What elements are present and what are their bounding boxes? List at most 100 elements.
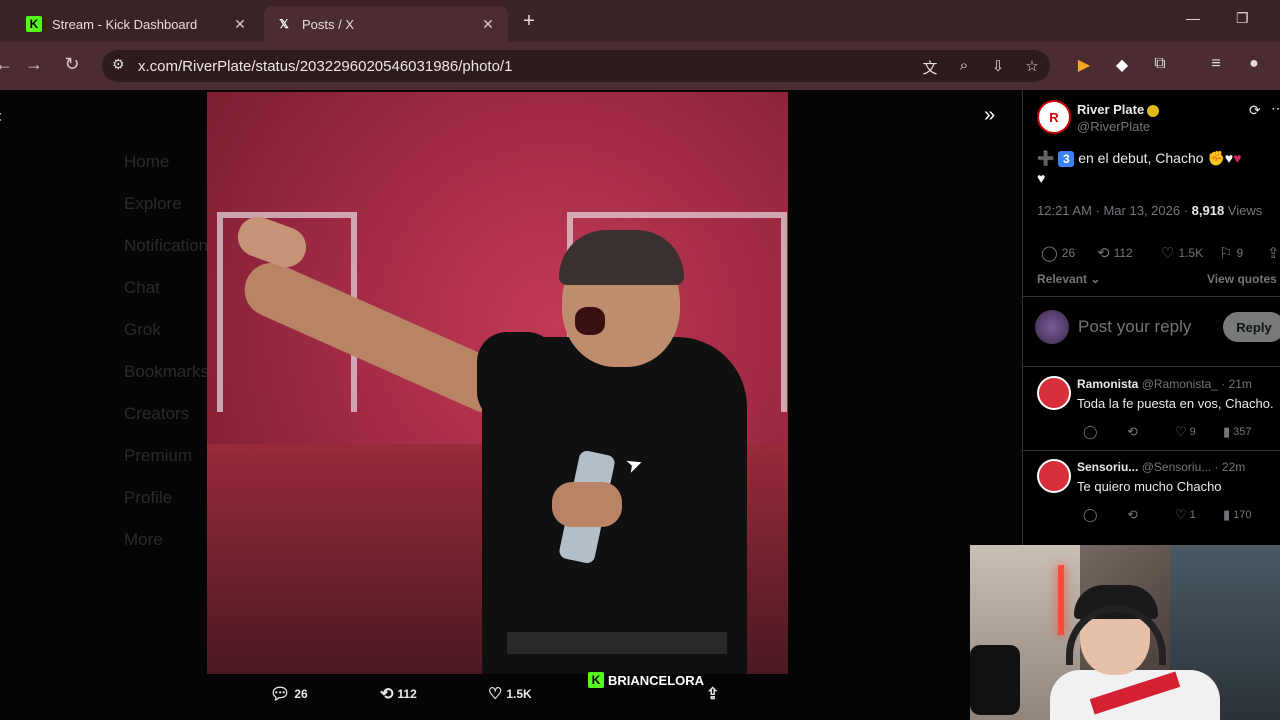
bg-nav-item: More — [124, 530, 163, 549]
reply-count: 26 — [294, 687, 308, 701]
extension-play-icon[interactable]: ▶ — [1074, 55, 1094, 75]
repost-icon[interactable]: ⟲ — [1127, 424, 1141, 440]
kick-icon: K — [26, 16, 42, 32]
extensions-puzzle-icon[interactable]: ⧉ — [1150, 55, 1170, 73]
author-avatar[interactable]: R — [1037, 100, 1071, 134]
reply-input[interactable]: Post your reply — [1078, 317, 1191, 337]
tab-title: Stream - Kick Dashboard — [52, 16, 198, 32]
belt — [507, 632, 727, 654]
current-user-avatar[interactable] — [1035, 310, 1069, 344]
forward-button[interactable]: → — [22, 54, 46, 75]
reply-icon[interactable]: ◯ — [1083, 507, 1101, 523]
bg-nav-item: Notifications — [124, 236, 217, 255]
red-heart-icon: ♥ — [1233, 150, 1242, 166]
close-icon[interactable]: ✕ — [232, 16, 248, 33]
back-button[interactable]: ← — [0, 54, 16, 75]
extension-diamond-icon[interactable]: ◆ — [1112, 55, 1132, 75]
views-stat[interactable]: ▮ 170 — [1223, 507, 1252, 523]
reply-item[interactable]: Ramonista @Ramonista_ · 21m Toda la fe p… — [1023, 368, 1280, 448]
verified-badge-icon — [1147, 104, 1160, 117]
divider — [1023, 296, 1280, 297]
reply-action[interactable]: 💬︎ 26 — [270, 684, 308, 704]
reply-name[interactable]: Sensoriu... — [1077, 460, 1138, 474]
grok-icon[interactable]: ⟳ — [1249, 102, 1261, 119]
bg-nav-item: Home — [124, 152, 170, 171]
sort-replies-dropdown[interactable]: Relevant ⌄ — [1037, 272, 1100, 286]
minimize-button[interactable]: — — [1186, 10, 1200, 26]
coach-mouth — [575, 307, 605, 335]
like-count: 1.5K — [1178, 246, 1204, 260]
heart-icon: ♡ — [1161, 245, 1175, 262]
x-logo-icon: 𝕏 — [279, 17, 289, 31]
reply-icon[interactable]: ◯ — [1083, 424, 1101, 440]
views-label: Views — [1224, 203, 1263, 218]
like-stat[interactable]: ♡ 1.5K — [1161, 244, 1203, 262]
translate-icon[interactable]: 文 — [920, 57, 940, 78]
repost-stat[interactable]: ⟲ 112 — [1097, 244, 1133, 262]
reply-icon: ◯ — [1041, 245, 1058, 262]
address-bar[interactable]: ⚙ x.com/RiverPlate/status/20322960205460… — [102, 50, 1050, 82]
close-icon[interactable]: ✕ — [480, 16, 496, 33]
reply-button[interactable]: Reply — [1223, 312, 1280, 342]
reply-avatar[interactable] — [1037, 376, 1071, 410]
reply-avatar[interactable] — [1037, 459, 1071, 493]
tab-kick-dashboard[interactable]: K Stream - Kick Dashboard ✕ — [14, 6, 260, 42]
share-action[interactable]: ⇪ — [706, 684, 723, 704]
reply-stat[interactable]: ◯ 26 — [1041, 244, 1075, 262]
post-time[interactable]: 12:21 AM · Mar 13, 2026 · — [1037, 203, 1192, 218]
bookmark-star-icon[interactable]: ☆ — [1022, 57, 1042, 75]
reply-handle[interactable]: @Ramonista_ · 21m — [1142, 377, 1252, 391]
site-info-icon[interactable]: ⚙ — [112, 56, 125, 73]
tab-title: Posts / X — [302, 16, 355, 32]
views-count: 170 — [1233, 509, 1252, 521]
bg-nav-item: Profile — [124, 488, 173, 507]
repost-icon[interactable]: ⟲ — [1127, 507, 1141, 523]
like-stat[interactable]: ♡ 1 — [1175, 507, 1196, 523]
bg-nav-item: Bookmarks — [124, 362, 210, 381]
stream-watermark: K BRIANCELORA — [588, 672, 704, 688]
author-name-text: River Plate — [1077, 102, 1145, 117]
post-photo[interactable] — [207, 92, 788, 674]
author-name[interactable]: River Plate — [1077, 102, 1160, 117]
reload-button[interactable]: ↻ — [60, 54, 84, 75]
restore-button[interactable]: ❐ — [1236, 10, 1249, 27]
view-quotes-link[interactable]: View quotes — [1207, 272, 1277, 286]
like-count: 1 — [1189, 509, 1196, 521]
post-text-body: en el debut, Chacho — [1078, 150, 1204, 166]
url-text[interactable]: x.com/RiverPlate/status/2032296020546031… — [138, 58, 512, 75]
tab-bar: K Stream - Kick Dashboard ✕ 𝕏 Posts / X … — [0, 0, 1280, 42]
sort-label: Relevant — [1037, 272, 1088, 286]
install-icon[interactable]: ⇩ — [988, 57, 1008, 75]
like-stat[interactable]: ♡ 9 — [1175, 424, 1196, 440]
views-stat[interactable]: ▮ 357 — [1223, 424, 1252, 440]
reply-text: Te quiero mucho Chacho — [1077, 479, 1222, 494]
reply-item[interactable]: Sensoriu... @Sensoriu... · 22m Te quiero… — [1023, 451, 1280, 531]
watermark-text: BRIANCELORA — [608, 672, 705, 688]
heart-icon: ♡ — [1175, 424, 1187, 439]
reply-name[interactable]: Ramonista — [1077, 377, 1138, 391]
bg-nav-item: Chat — [124, 278, 160, 297]
like-action[interactable]: ♡ 1.5K — [488, 684, 532, 704]
profile-avatar[interactable]: ● — [1244, 55, 1264, 73]
bookmark-stat[interactable]: ⚐ 9 — [1219, 244, 1243, 262]
webcam-overlay — [970, 545, 1280, 720]
tab-posts-x[interactable]: 𝕏 Posts / X ✕ — [264, 6, 508, 42]
expand-panel-icon[interactable]: » — [984, 104, 995, 127]
bookmark-count: 9 — [1236, 246, 1244, 260]
zoom-icon[interactable]: ⌕ — [954, 57, 974, 74]
reply-handle[interactable]: @Sensoriu... · 22m — [1142, 460, 1246, 474]
analytics-icon: ▮ — [1223, 507, 1231, 522]
post-meta: 12:21 AM · Mar 13, 2026 · 8,918 Views — [1037, 203, 1262, 218]
reply-stats: ◯ ⟲ ♡ 9 ▮ 357 — [1077, 424, 1280, 440]
more-options-icon[interactable]: ⋯ — [1271, 100, 1280, 117]
close-photo-icon[interactable]: ‹ — [0, 106, 2, 127]
share-stat[interactable]: ⇪ — [1267, 244, 1280, 262]
new-tab-button[interactable]: + — [518, 10, 540, 33]
post-text: ➕ 3 en el debut, Chacho ✊♥♥ ♥ — [1037, 148, 1277, 188]
repost-action[interactable]: ⟲ 112 — [380, 684, 417, 704]
reply-count: 26 — [1061, 246, 1076, 260]
author-handle[interactable]: @RiverPlate — [1077, 119, 1150, 134]
bg-nav-item: Explore — [124, 194, 182, 213]
media-control-icon[interactable]: ≡ — [1206, 55, 1226, 73]
repost-count: 112 — [397, 687, 417, 701]
